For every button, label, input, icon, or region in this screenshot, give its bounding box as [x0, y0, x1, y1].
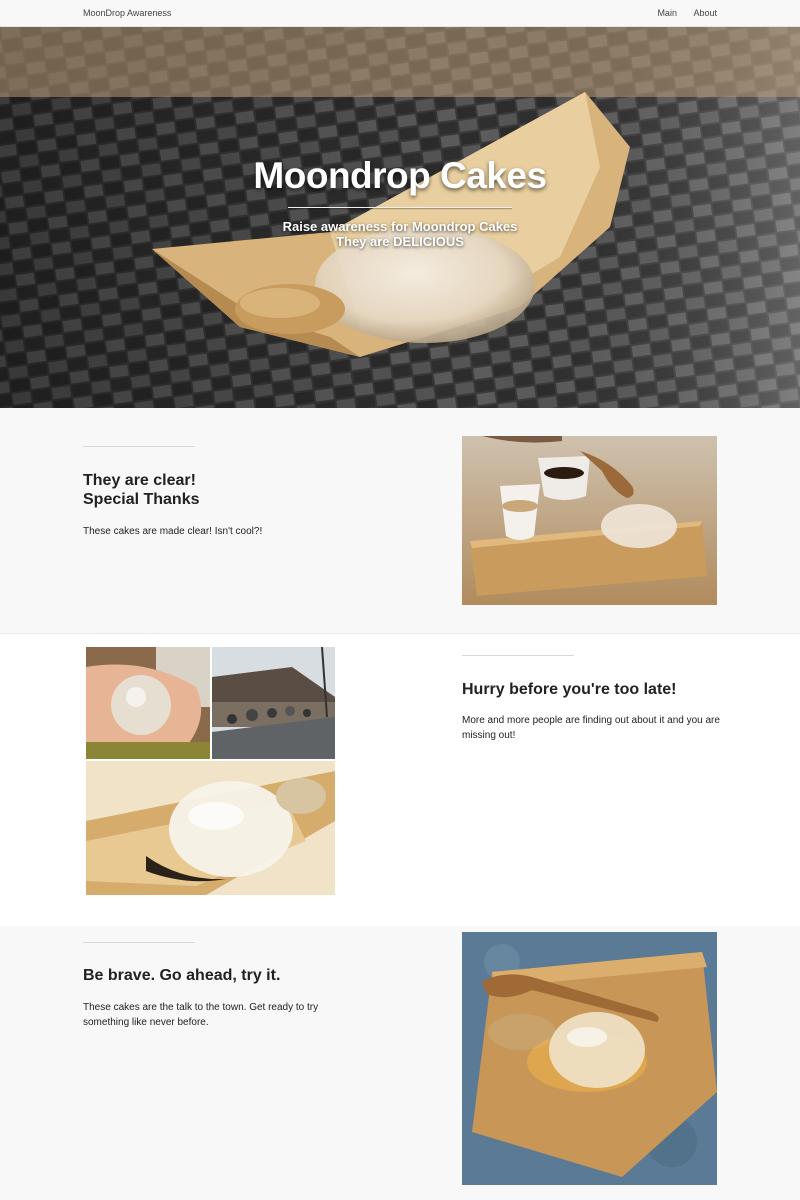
section-divider — [83, 942, 195, 943]
top-navbar: MoonDrop Awareness Main About — [0, 0, 800, 27]
brand-link[interactable]: MoonDrop Awareness — [83, 8, 171, 18]
hero-title: Moondrop Cakes — [253, 155, 547, 196]
section-text: These cakes are made clear! Isn't cool?! — [83, 526, 263, 537]
hero-subtitle-line2: They are DELICIOUS — [336, 234, 464, 249]
section-heading: Hurry before you're too late! — [462, 681, 677, 698]
section-divider — [462, 655, 574, 656]
hero-subtitle: Raise awareness for Moondrop Cakes They … — [0, 219, 800, 249]
section-heading-line1: They are clear! — [83, 472, 196, 489]
section-brave: Be brave. Go ahead, try it. These cakes … — [0, 926, 800, 1200]
section-hurry: Hurry before you're too late! More and m… — [0, 633, 800, 926]
section-divider — [83, 446, 195, 447]
section-heading-line2: Special Thanks — [83, 491, 200, 508]
hero-subtitle-line1: Raise awareness for Moondrop Cakes — [282, 219, 518, 234]
section-text: More and more people are finding out abo… — [462, 715, 720, 741]
queue-street-photo — [212, 647, 335, 759]
section-heading: Be brave. Go ahead, try it. — [83, 967, 281, 984]
tray-cake-photo — [462, 932, 717, 1185]
hero-divider — [288, 207, 512, 208]
section-clear: They are clear! Special Thanks These cak… — [0, 408, 800, 633]
section-heading: They are clear! Special Thanks — [83, 471, 200, 509]
nav-link-about[interactable]: About — [693, 8, 717, 18]
hand-cake-photo — [86, 647, 210, 759]
nav-link-main[interactable]: Main — [657, 8, 677, 18]
section-text: These cakes are the talk to the town. Ge… — [83, 1002, 319, 1028]
spoon-cake-photo — [462, 436, 717, 605]
nav-links: Main About — [643, 8, 717, 18]
hero-banner: Moondrop Cakes Raise awareness for Moond… — [0, 27, 800, 408]
boat-cake-photo — [86, 761, 335, 895]
hero-background-image — [0, 27, 800, 408]
